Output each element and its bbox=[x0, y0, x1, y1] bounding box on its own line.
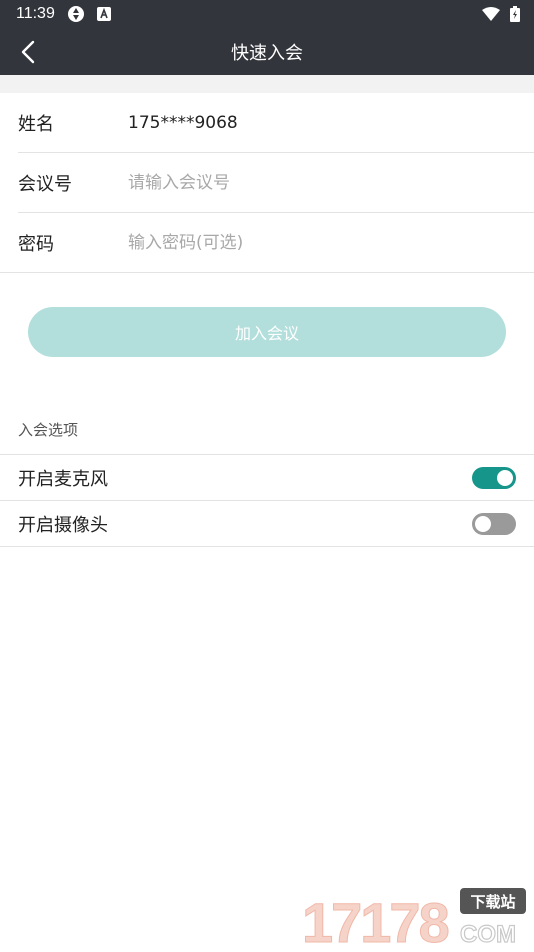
section-spacer bbox=[0, 75, 534, 93]
name-field[interactable] bbox=[128, 103, 534, 143]
join-button-wrap: 加入会议 bbox=[0, 273, 534, 357]
name-label: 姓名 bbox=[18, 110, 128, 136]
microphone-toggle[interactable] bbox=[472, 467, 516, 489]
meeting-id-row: 会议号 bbox=[18, 153, 534, 213]
wifi-icon bbox=[482, 7, 500, 21]
status-bar: 11:39 bbox=[0, 0, 534, 28]
microphone-option-label: 开启麦克风 bbox=[18, 465, 472, 491]
camera-toggle[interactable] bbox=[472, 513, 516, 535]
microphone-option-row: 开启麦克风 bbox=[0, 455, 534, 501]
toggle-knob bbox=[497, 470, 513, 486]
camera-option-row: 开启摄像头 bbox=[0, 501, 534, 547]
name-row: 姓名 bbox=[18, 93, 534, 153]
options-list: 开启麦克风 开启摄像头 bbox=[0, 454, 534, 547]
svg-text:下载站: 下载站 bbox=[470, 893, 515, 911]
page-title: 快速入会 bbox=[0, 39, 534, 65]
toggle-knob bbox=[475, 516, 491, 532]
back-arrow-icon[interactable] bbox=[12, 28, 44, 75]
password-field[interactable] bbox=[128, 223, 534, 263]
a-icon bbox=[97, 7, 111, 21]
sync-icon bbox=[67, 5, 85, 23]
camera-option-label: 开启摄像头 bbox=[18, 511, 472, 537]
join-form: 姓名 会议号 密码 bbox=[0, 93, 534, 273]
watermark-logo: 17178 下载站 COM bbox=[300, 886, 530, 948]
meeting-id-field[interactable] bbox=[128, 163, 534, 203]
status-time: 11:39 bbox=[16, 5, 55, 23]
join-meeting-button[interactable]: 加入会议 bbox=[28, 307, 506, 357]
svg-text:17178: 17178 bbox=[302, 891, 449, 948]
options-section-title: 入会选项 bbox=[0, 419, 534, 441]
password-row: 密码 bbox=[0, 213, 534, 273]
svg-text:COM: COM bbox=[460, 921, 516, 948]
password-label: 密码 bbox=[18, 230, 128, 256]
meeting-id-label: 会议号 bbox=[18, 170, 128, 196]
app-bar: 快速入会 bbox=[0, 28, 534, 75]
battery-icon bbox=[510, 6, 520, 22]
